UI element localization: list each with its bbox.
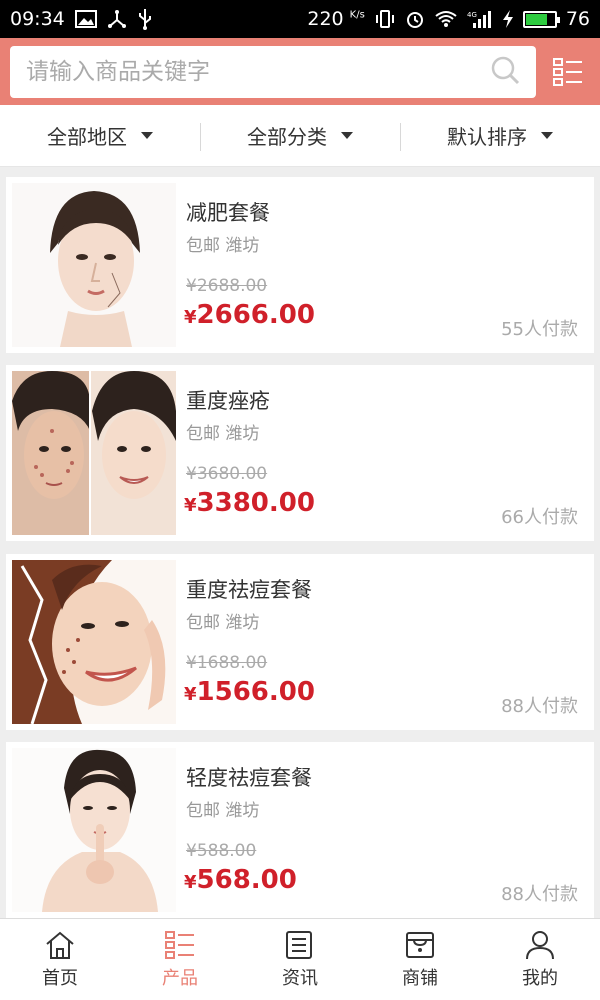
- search-box[interactable]: [10, 45, 536, 98]
- product-price-value: 3380.00: [196, 488, 315, 518]
- product-price: ¥568.00: [184, 865, 297, 895]
- product-image[interactable]: [12, 371, 176, 535]
- nav-shop-label: 商铺: [402, 967, 438, 989]
- image-icon: [74, 10, 97, 28]
- status-time: 09:34: [10, 8, 65, 30]
- status-bar: 09:34 220 K/s 4G 76: [0, 0, 600, 38]
- dropdown-arrow-icon: [341, 132, 353, 139]
- filter-bar: 全部地区 全部分类 默认排序: [0, 105, 600, 167]
- nav-products[interactable]: 产品: [120, 919, 240, 1000]
- nav-home-label: 首页: [42, 967, 78, 989]
- user-icon: [526, 930, 554, 959]
- product-price-value: 2666.00: [196, 300, 315, 330]
- wifi-icon: [434, 10, 458, 28]
- svg-text:4G: 4G: [467, 11, 477, 19]
- currency-symbol: ¥: [184, 872, 197, 893]
- product-image[interactable]: [12, 560, 176, 724]
- product-card[interactable]: 重度痤疮 包邮 潍坊 ¥3680.00 ¥3380.00 66人付款: [6, 365, 594, 541]
- product-card[interactable]: 减肥套餐 包邮 潍坊 ¥2688.00 ¥2666.00 55人付款: [6, 177, 594, 353]
- product-card[interactable]: 轻度祛痘套餐 包邮 潍坊 ¥588.00 ¥568.00 88人付款: [6, 742, 594, 918]
- product-sold-count: 55人付款: [501, 319, 578, 340]
- product-price: ¥2666.00: [184, 300, 315, 330]
- product-name[interactable]: 轻度祛痘套餐: [186, 762, 312, 792]
- usb-share-icon: [107, 9, 127, 29]
- product-original-price: ¥3680.00: [186, 464, 268, 484]
- net-speed: 220: [307, 8, 344, 30]
- product-original-price: ¥1688.00: [186, 653, 268, 673]
- product-name[interactable]: 减肥套餐: [186, 197, 270, 227]
- filter-sort-label: 默认排序: [447, 125, 527, 149]
- bottom-nav: 首页 产品 资讯 商铺 我的: [0, 918, 600, 1000]
- filter-category[interactable]: 全部分类: [200, 105, 400, 166]
- filter-region-label: 全部地区: [47, 125, 127, 149]
- product-sold-count: 88人付款: [501, 884, 578, 905]
- shop-icon: [406, 931, 434, 958]
- product-shipping: 包邮 潍坊: [186, 424, 260, 444]
- battery-fill: [525, 13, 548, 25]
- dropdown-arrow-icon: [541, 132, 553, 139]
- list-menu-icon: [553, 57, 582, 86]
- product-image[interactable]: [12, 183, 176, 347]
- product-image[interactable]: [12, 748, 176, 912]
- nav-shop[interactable]: 商铺: [360, 919, 480, 1000]
- product-sold-count: 66人付款: [501, 507, 578, 528]
- vibrate-icon: [374, 9, 396, 29]
- alarm-icon: [405, 9, 425, 29]
- product-card[interactable]: 重度祛痘套餐 包邮 潍坊 ¥1688.00 ¥1566.00 88人付款: [6, 554, 594, 730]
- currency-symbol: ¥: [184, 307, 197, 328]
- currency-symbol: ¥: [184, 495, 197, 516]
- filter-sort[interactable]: 默认排序: [400, 105, 600, 166]
- product-price-value: 1566.00: [196, 677, 315, 707]
- product-shipping: 包邮 潍坊: [186, 801, 260, 821]
- product-price-value: 568.00: [196, 865, 297, 895]
- product-original-price: ¥2688.00: [186, 276, 268, 296]
- nav-products-label: 产品: [162, 967, 198, 989]
- list-icon: [165, 930, 194, 959]
- nav-news-label: 资讯: [282, 967, 318, 989]
- usb-icon: [137, 8, 153, 30]
- 4g-signal-icon: 4G: [467, 9, 493, 29]
- product-price: ¥1566.00: [184, 677, 315, 707]
- charging-icon: [502, 9, 514, 29]
- home-icon: [46, 931, 74, 959]
- product-shipping: 包邮 潍坊: [186, 236, 260, 256]
- filter-category-label: 全部分类: [247, 125, 327, 149]
- product-price: ¥3380.00: [184, 488, 315, 518]
- news-icon: [286, 930, 312, 959]
- dropdown-arrow-icon: [141, 132, 153, 139]
- battery-icon: [522, 10, 560, 28]
- nav-profile-label: 我的: [522, 967, 558, 989]
- nav-home[interactable]: 首页: [0, 919, 120, 1000]
- search-icon[interactable]: [490, 55, 520, 89]
- product-original-price: ¥588.00: [186, 841, 257, 861]
- nav-profile[interactable]: 我的: [480, 919, 600, 1000]
- search-input[interactable]: [26, 58, 490, 85]
- search-header: [0, 38, 600, 105]
- net-speed-unit: K/s: [349, 9, 365, 21]
- product-sold-count: 88人付款: [501, 696, 578, 717]
- category-menu-button[interactable]: [550, 54, 586, 90]
- nav-news[interactable]: 资讯: [240, 919, 360, 1000]
- currency-symbol: ¥: [184, 684, 197, 705]
- product-shipping: 包邮 潍坊: [186, 613, 260, 633]
- product-name[interactable]: 重度祛痘套餐: [186, 574, 312, 604]
- filter-region[interactable]: 全部地区: [0, 105, 200, 166]
- battery-percent: 76: [565, 8, 590, 30]
- product-name[interactable]: 重度痤疮: [186, 385, 270, 415]
